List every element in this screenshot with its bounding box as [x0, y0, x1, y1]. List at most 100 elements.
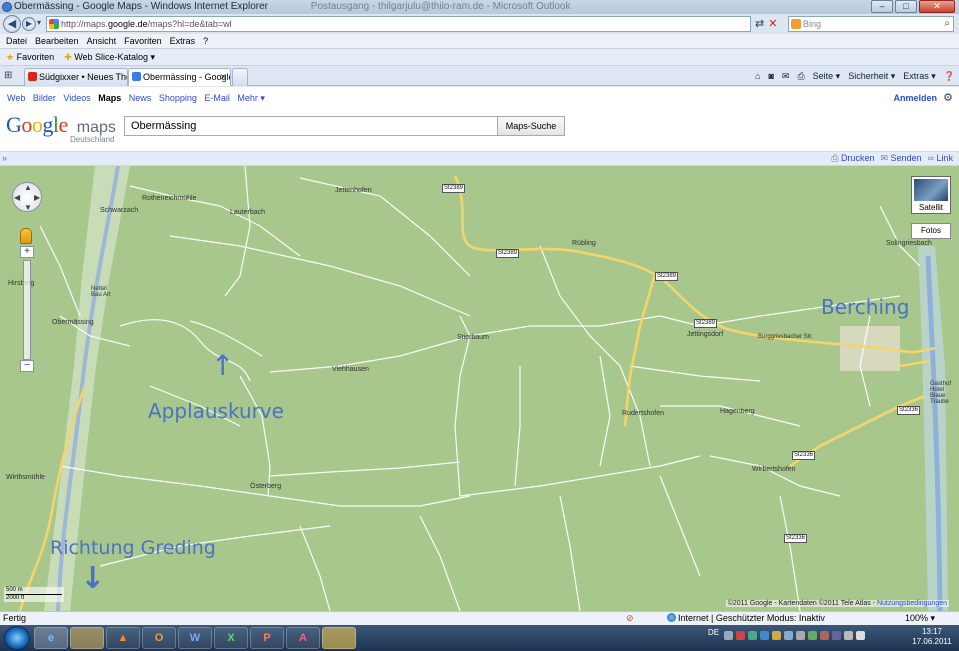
tray-icon[interactable] [796, 631, 805, 640]
protected-mode-icon[interactable]: ⊘ [626, 612, 634, 625]
volume-icon[interactable] [856, 631, 865, 640]
stop-icon[interactable]: ✕ [768, 17, 777, 30]
place-viehhausen: Viehhausen [332, 366, 369, 373]
clock[interactable]: 13:17 17.06.2011 [910, 627, 954, 647]
print-link[interactable]: ⎙ Drucken [831, 152, 874, 165]
satellite-toggle-button[interactable]: Satellit [911, 176, 951, 214]
map-canvas[interactable]: Jettenhofen Rotheneichmühle Schwarzach L… [0, 166, 959, 611]
print-icon[interactable]: ⎙ [797, 68, 804, 84]
web-slice-button[interactable]: ✚ Web Slice-Katalog ▾ [64, 49, 155, 65]
taskbar-app-icon[interactable] [322, 627, 356, 649]
start-button[interactable] [4, 626, 30, 650]
tray-icon[interactable] [808, 631, 817, 640]
street-view-pegman-icon[interactable] [20, 228, 32, 244]
printer-icon: ⎙ [831, 153, 839, 163]
place-rudertshofen: Rudertshofen [622, 410, 665, 417]
minimize-button[interactable]: – [871, 0, 893, 13]
place-jettenhofen: Jettenhofen [335, 187, 372, 194]
taskbar-access-icon[interactable]: A [286, 627, 320, 649]
tray-icon[interactable] [748, 631, 757, 640]
taskbar-word-icon[interactable]: W [178, 627, 212, 649]
place-obermaessing: Obermässing [52, 319, 94, 326]
pan-right-icon[interactable]: ▶ [34, 193, 40, 202]
tray-icon[interactable] [772, 631, 781, 640]
gear-icon[interactable]: ⚙ [943, 87, 953, 109]
taskbar-outlook-icon[interactable]: O [142, 627, 176, 649]
menu-help[interactable]: ? [203, 34, 208, 48]
maps-search-input[interactable]: Obermässing [124, 116, 498, 136]
nav-bilder[interactable]: Bilder [33, 93, 56, 103]
background-window-title: Postausgang - thilgarjulu@thilo-ram.de -… [310, 1, 571, 12]
taskbar-vlc-icon[interactable]: ▲ [106, 627, 140, 649]
back-button[interactable]: ◀ [3, 15, 21, 33]
tray-icon[interactable] [820, 631, 829, 640]
pan-down-icon[interactable]: ▼ [24, 203, 32, 212]
menu-favoriten[interactable]: Favoriten [124, 34, 162, 48]
nav-email[interactable]: E-Mail [204, 93, 230, 103]
favorites-button[interactable]: ★ Favoriten [6, 49, 54, 65]
maximize-button[interactable]: □ [895, 0, 917, 13]
tab-suedgixxer[interactable]: Südgixxer • Neues Thema ... [24, 68, 128, 86]
cmd-page[interactable]: Seite ▾ [813, 68, 841, 84]
network-icon[interactable] [844, 631, 853, 640]
nav-more[interactable]: Mehr ▾ [237, 93, 265, 103]
collapse-panel-icon[interactable]: » [2, 152, 7, 165]
menu-extras[interactable]: Extras [170, 34, 196, 48]
zoom-slider[interactable] [23, 260, 31, 360]
pan-left-icon[interactable]: ◀ [14, 193, 20, 202]
quick-tabs-icon[interactable]: ⊞ [4, 70, 12, 81]
envelope-icon: ✉ [880, 153, 888, 163]
menu-bearbeiten[interactable]: Bearbeiten [35, 34, 79, 48]
nav-maps[interactable]: Maps [98, 93, 121, 103]
nav-web[interactable]: Web [7, 93, 25, 103]
url-input[interactable]: http://maps.google.de/maps?hl=de&tab=wl [46, 16, 751, 32]
search-icon[interactable]: ⌕ [944, 17, 950, 31]
taskbar-powerpoint-icon[interactable]: P [250, 627, 284, 649]
zoom-out-button[interactable]: − [20, 360, 34, 372]
tray-icon[interactable] [760, 631, 769, 640]
cmd-security[interactable]: Sicherheit ▾ [848, 68, 895, 84]
refresh-icon[interactable]: ⇄ [755, 17, 764, 30]
nav-news[interactable]: News [129, 93, 152, 103]
forward-button[interactable]: ▶ [22, 17, 36, 31]
pan-up-icon[interactable]: ▲ [24, 183, 32, 192]
home-icon[interactable]: ⌂ [755, 68, 760, 84]
menu-datei[interactable]: Datei [6, 34, 27, 48]
history-dropdown-icon[interactable]: ▾ [37, 18, 41, 27]
status-text: Fertig [3, 613, 27, 623]
tray-icon[interactable] [736, 631, 745, 640]
pan-control[interactable]: ▲ ▼ ◀ ▶ [12, 182, 42, 212]
mail-icon[interactable]: ✉ [782, 68, 790, 84]
zoom-in-button[interactable]: + [20, 246, 34, 258]
photos-toggle-button[interactable]: Fotos [911, 223, 951, 239]
taskbar-explorer-icon[interactable] [70, 627, 104, 649]
zoom-level[interactable]: 100% ▾ [905, 612, 935, 625]
close-button[interactable]: ✕ [919, 0, 955, 13]
maps-search-button[interactable]: Maps-Suche [497, 116, 565, 136]
cmd-extras[interactable]: Extras ▾ [903, 68, 936, 84]
menu-ansicht[interactable]: Ansicht [87, 34, 117, 48]
taskbar-ie-icon[interactable]: e [34, 627, 68, 649]
permalink-link[interactable]: ∞ Link [928, 152, 953, 165]
tab-close-icon[interactable]: ✕ [219, 69, 227, 85]
road-sign: St2389 [655, 272, 679, 281]
tab-obermaessing[interactable]: Obermässing - Google ... ✕ [128, 68, 231, 86]
tab-favicon-icon [132, 72, 141, 81]
help-icon[interactable]: ❓ [944, 68, 955, 84]
annotation-berching: Berching [821, 295, 910, 319]
tray-icon[interactable] [832, 631, 841, 640]
tray-icon[interactable] [724, 631, 733, 640]
rss-icon[interactable]: ◙ [768, 68, 773, 84]
search-box[interactable]: Bing ⌕ [788, 16, 954, 32]
taskbar-excel-icon[interactable]: X [214, 627, 248, 649]
sign-in-link[interactable]: Anmelden [893, 87, 937, 109]
new-tab-button[interactable] [232, 68, 248, 86]
security-zone[interactable]: Internet | Geschützter Modus: Inaktiv [667, 612, 825, 625]
language-indicator[interactable]: DE [708, 628, 719, 637]
bing-icon [791, 19, 801, 29]
nav-shopping[interactable]: Shopping [159, 93, 197, 103]
nav-videos[interactable]: Videos [63, 93, 90, 103]
send-link[interactable]: ✉ Senden [880, 152, 921, 165]
terms-link[interactable]: Nutzungsbedingungen [877, 600, 947, 607]
tray-icon[interactable] [784, 631, 793, 640]
